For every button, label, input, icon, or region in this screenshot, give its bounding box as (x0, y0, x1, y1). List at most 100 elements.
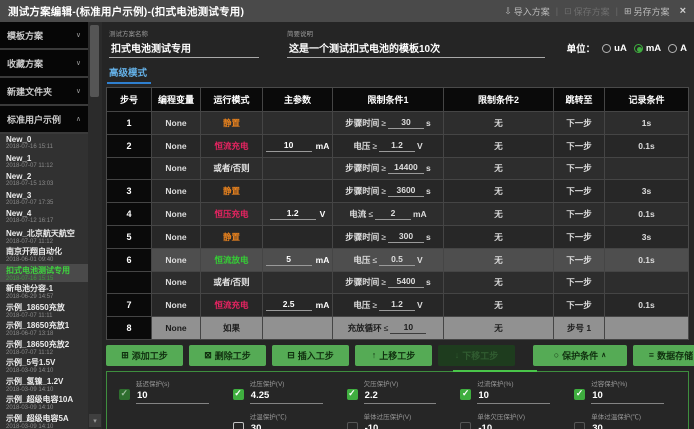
checkbox-icon[interactable] (460, 389, 471, 400)
checkbox-icon[interactable] (233, 422, 244, 429)
insert-step-button[interactable]: ⊟ 插入工步 (272, 345, 349, 366)
jump-to-cell[interactable]: 步号 1 (554, 317, 605, 340)
limit-condition2-cell[interactable]: 无 (444, 226, 554, 249)
list-item[interactable]: 南京开翔自动化 2018-06-01 09:40 (0, 245, 88, 264)
limit-condition2-cell[interactable]: 无 (444, 272, 554, 295)
limit-condition2-cell[interactable]: 无 (444, 294, 554, 317)
jump-to-cell[interactable]: 下一步 (554, 135, 605, 158)
main-param-cell[interactable] (263, 180, 333, 203)
program-variable-cell[interactable]: None (152, 203, 201, 226)
jump-to-cell[interactable]: 下一步 (554, 112, 605, 135)
protection-input[interactable]: 单体过压保护(V) -10 (364, 411, 437, 429)
plan-desc-input[interactable]: 这是一个测试扣式电池的模板10次 (287, 40, 545, 58)
run-mode-cell[interactable]: 静置 (201, 180, 263, 203)
sidebar-group-template-plans[interactable]: 模板方案 ∨ (0, 22, 88, 48)
limit-condition1-cell[interactable]: 电压 ≥ 1.2 V (333, 135, 444, 158)
protection-value[interactable]: 2.2 (364, 390, 437, 404)
plan-desc-field[interactable]: 简要说明 这是一个测试扣式电池的模板10次 (287, 28, 545, 58)
limit-condition2-cell[interactable]: 无 (444, 180, 554, 203)
program-variable-cell[interactable]: None (152, 249, 201, 272)
limit-condition2-cell[interactable]: 无 (444, 249, 554, 272)
record-condition-cell[interactable]: 0.1s (605, 135, 688, 158)
limit-condition2-cell[interactable]: 无 (444, 112, 554, 135)
save-as-plan-button[interactable]: ⊞ 另存方案 (624, 5, 670, 18)
run-mode-cell[interactable]: 如果 (201, 317, 263, 340)
limit-condition1-cell[interactable]: 步骤时间 ≥ 300 s (333, 226, 444, 249)
table-row[interactable]: 3 None 静置 步骤时间 ≥ 3600 s (107, 180, 688, 203)
program-variable-cell[interactable]: None (152, 180, 201, 203)
data-storage-button[interactable]: ≡ 数据存储 ∨ (633, 345, 694, 366)
tab-advanced-mode[interactable]: 高级模式 (107, 63, 151, 84)
sidebar-group-favorites[interactable]: 收藏方案 ∨ (0, 50, 88, 76)
run-mode-cell[interactable]: 恒流充电 (201, 135, 263, 158)
protection-value[interactable]: -10 (477, 423, 550, 429)
limit-condition1-cell[interactable]: 步骤时间 ≥ 3600 s (333, 180, 444, 203)
protection-value[interactable]: 30 (250, 423, 323, 429)
protection-value[interactable]: 4.25 (250, 390, 323, 404)
checkbox-icon[interactable] (574, 389, 585, 400)
main-param-cell[interactable] (263, 226, 333, 249)
plan-name-field[interactable]: 测试方案名称 扣式电池测试专用 (109, 28, 259, 58)
protection-value[interactable]: 10 (477, 390, 550, 404)
jump-to-cell[interactable]: 下一步 (554, 272, 605, 295)
move-up-step-button[interactable]: ↑ 上移工步 (355, 345, 432, 366)
run-mode-cell[interactable]: 或者/否则 (201, 272, 263, 295)
protection-conditions-button[interactable]: ○ 保护条件 ∧ (533, 345, 627, 366)
main-param-cell[interactable]: 10 mA (263, 135, 333, 158)
program-variable-cell[interactable]: None (152, 272, 201, 295)
scrollbar-down-arrow-icon[interactable]: ▾ (89, 414, 101, 427)
list-item[interactable]: New_2 2018-07-15 13:03 (0, 171, 88, 190)
sidebar-group-new-folder[interactable]: 新建文件夹 ∨ (0, 78, 88, 104)
record-condition-cell[interactable]: 0.1s (605, 294, 688, 317)
limit-condition1-cell[interactable]: 电流 ≤ 2 mA (333, 203, 444, 226)
jump-to-cell[interactable]: 下一步 (554, 158, 605, 181)
checkbox-icon[interactable] (574, 422, 585, 429)
save-plan-button[interactable]: ⊡ 保存方案 (564, 5, 610, 18)
record-condition-cell[interactable] (605, 272, 688, 295)
move-down-step-button[interactable]: ↓ 下移工步 (438, 345, 515, 366)
protection-input[interactable]: 过压保护(V) 4.25 (250, 378, 323, 404)
main-param-cell[interactable] (263, 272, 333, 295)
run-mode-cell[interactable]: 或者/否则 (201, 158, 263, 181)
table-row[interactable]: 7 None 恒流充电 2.5 mA 电压 ≥ 1.2 (107, 294, 688, 317)
record-condition-cell[interactable]: 3s (605, 226, 688, 249)
list-item[interactable]: 示例_18650充放1 2018-06-07 13:18 (0, 319, 88, 338)
checkbox-icon[interactable] (460, 422, 471, 429)
limit-condition2-cell[interactable]: 无 (444, 203, 554, 226)
sidebar-scrollbar[interactable]: ▾ (88, 22, 102, 429)
jump-to-cell[interactable]: 下一步 (554, 203, 605, 226)
checkbox-icon[interactable] (233, 389, 244, 400)
list-item[interactable]: New_北京航天航空 2018-07-07 11:12 (0, 227, 88, 246)
list-item[interactable]: 示例_超级电容5A 2018-03-09 14:10 (0, 412, 88, 429)
protection-value[interactable]: 30 (591, 423, 664, 429)
limit-condition1-cell[interactable]: 步骤时间 ≥ 30 s (333, 112, 444, 135)
list-item[interactable]: 示例_氢镍_1.2V 2018-03-09 14:10 (0, 375, 88, 394)
record-condition-cell[interactable] (605, 158, 688, 181)
jump-to-cell[interactable]: 下一步 (554, 294, 605, 317)
protection-input[interactable]: 延迟保护(s) 10 (136, 378, 209, 404)
table-row[interactable]: None 或者/否则 步骤时间 ≥ 5400 s (107, 272, 688, 295)
limit-condition1-cell[interactable]: 电压 ≤ 0.5 V (333, 249, 444, 272)
limit-condition1-cell[interactable]: 步骤时间 ≥ 14400 s (333, 158, 444, 181)
limit-condition1-cell[interactable]: 电压 ≥ 1.2 V (333, 294, 444, 317)
jump-to-cell[interactable]: 下一步 (554, 180, 605, 203)
program-variable-cell[interactable]: None (152, 317, 201, 340)
main-param-cell[interactable] (263, 112, 333, 135)
record-condition-cell[interactable]: 3s (605, 180, 688, 203)
list-item[interactable]: 示例_5号1.5V 2018-03-09 14:10 (0, 356, 88, 375)
list-item[interactable]: 扣式电池测试专用 2018-07-16 15:15 (0, 264, 88, 283)
program-variable-cell[interactable]: None (152, 294, 201, 317)
protection-input[interactable]: 单体过温保护(℃) 30 (591, 411, 664, 429)
run-mode-cell[interactable]: 恒流充电 (201, 294, 263, 317)
checkbox-icon[interactable] (119, 389, 130, 400)
list-item[interactable]: New_1 2018-07-07 11:12 (0, 153, 88, 172)
list-item[interactable]: New_0 2018-07-16 15:11 (0, 134, 88, 153)
protection-input[interactable]: 过容保护(%) 10 (591, 378, 664, 404)
list-item[interactable]: 示例_18650充放 2018-07-07 11:11 (0, 301, 88, 320)
limit-condition2-cell[interactable]: 无 (444, 135, 554, 158)
protection-input[interactable]: 过流保护(%) 10 (477, 378, 550, 404)
main-param-cell[interactable]: 5 mA (263, 249, 333, 272)
limit-condition1-cell[interactable]: 充放循环 ≤ 10 (333, 317, 444, 340)
main-param-cell[interactable] (263, 317, 333, 340)
main-param-cell[interactable]: 2.5 mA (263, 294, 333, 317)
